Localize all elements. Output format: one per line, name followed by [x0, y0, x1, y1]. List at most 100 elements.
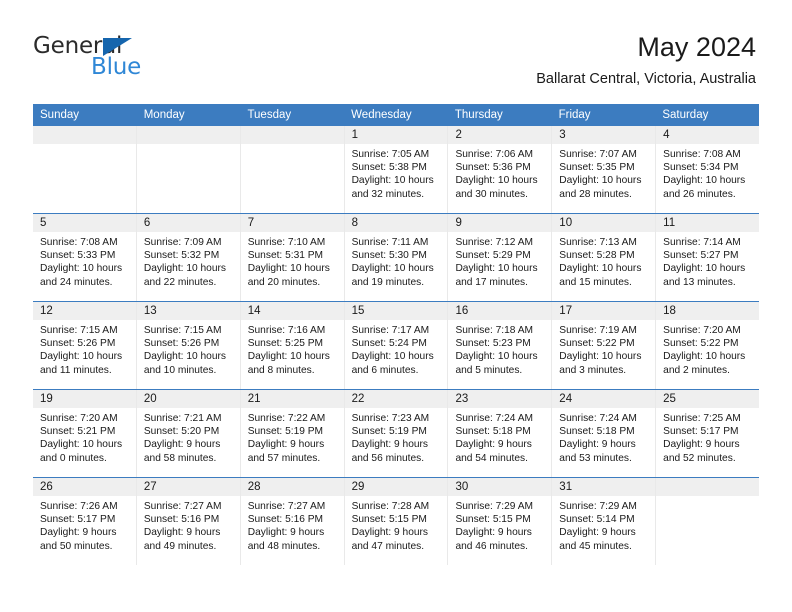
sunset-text: Sunset: 5:31 PM [247, 250, 324, 262]
daylight-text: Daylight: 10 hours and 10 minutes. [143, 351, 226, 376]
day-cell[interactable]: 13 Sunrise: 7:15 AM Sunset: 5:26 PM Dayligh… [136, 302, 241, 389]
sunset-text: Sunset: 5:36 PM [455, 162, 531, 174]
sunset-text: Sunset: 5:22 PM [559, 338, 635, 350]
sunset-text: Sunset: 5:20 PM [143, 426, 220, 438]
day-cell[interactable]: 31 Sunrise: 7:29 AM Sunset: 5:14 PM Dayligh… [552, 478, 657, 565]
day-cell[interactable]: 30 Sunrise: 7:29 AM Sunset: 5:15 PM Dayligh… [448, 478, 553, 565]
day-info: Sunrise: 7:27 AM Sunset: 5:16 PM Daylight:… [137, 496, 240, 553]
day-cell[interactable]: 29 Sunrise: 7:28 AM Sunset: 5:15 PM Dayligh… [344, 478, 449, 565]
sunset-text: Sunset: 5:24 PM [351, 338, 427, 350]
day-info: Sunrise: 7:28 AM Sunset: 5:15 PM Daylight:… [345, 496, 448, 553]
day-cell[interactable]: 10 Sunrise: 7:13 AM Sunset: 5:28 PM Dayligh… [552, 214, 657, 301]
day-number: 2 [448, 126, 552, 144]
sunset-text: Sunset: 5:25 PM [247, 338, 324, 350]
sunrise-text: Sunrise: 7:27 AM [247, 501, 326, 512]
day-cell[interactable]: 7 Sunrise: 7:10 AM Sunset: 5:31 PM Daylight… [240, 214, 345, 301]
day-cell[interactable]: 4 Sunrise: 7:08 AM Sunset: 5:34 PM Daylight… [656, 126, 760, 213]
sunrise-text: Sunrise: 7:26 AM [40, 501, 118, 512]
day-cell[interactable]: 24 Sunrise: 7:24 AM Sunset: 5:18 PM Dayligh… [552, 390, 657, 477]
day-cell[interactable]: 17 Sunrise: 7:19 AM Sunset: 5:22 PM Dayligh… [552, 302, 657, 389]
daylight-text: Daylight: 9 hours and 54 minutes. [455, 439, 532, 464]
daylight-text: Daylight: 9 hours and 57 minutes. [247, 439, 325, 464]
day-cell[interactable]: 2 Sunrise: 7:06 AM Sunset: 5:36 PM Daylight… [448, 126, 553, 213]
day-number: 12 [33, 302, 136, 320]
sunrise-text: Sunrise: 7:29 AM [455, 501, 534, 512]
sunset-text: Sunset: 5:35 PM [559, 162, 635, 174]
day-number: 30 [448, 478, 552, 496]
day-cell[interactable]: 20 Sunrise: 7:21 AM Sunset: 5:20 PM Dayligh… [136, 390, 241, 477]
sunset-text: Sunset: 5:18 PM [455, 426, 531, 438]
day-cell[interactable]: 23 Sunrise: 7:24 AM Sunset: 5:18 PM Dayligh… [448, 390, 553, 477]
day-cell[interactable]: 5 Sunrise: 7:08 AM Sunset: 5:33 PM Daylight… [33, 214, 137, 301]
daylight-text: Daylight: 10 hours and 20 minutes. [247, 263, 330, 288]
day-info: Sunrise: 7:23 AM Sunset: 5:19 PM Daylight:… [345, 408, 448, 465]
calendar-page: General Blue May 2024 Ballarat Central, … [0, 0, 792, 612]
daylight-text: Daylight: 10 hours and 32 minutes. [351, 175, 434, 200]
sunrise-text: Sunrise: 7:28 AM [351, 501, 430, 512]
day-cell[interactable]: 6 Sunrise: 7:09 AM Sunset: 5:32 PM Daylight… [136, 214, 241, 301]
daylight-text: Daylight: 10 hours and 26 minutes. [663, 175, 746, 200]
sunrise-text: Sunrise: 7:19 AM [559, 325, 637, 336]
day-number: 17 [552, 302, 656, 320]
day-cell-empty [136, 126, 241, 213]
day-cell[interactable]: 19 Sunrise: 7:20 AM Sunset: 5:21 PM Dayligh… [33, 390, 137, 477]
day-cell[interactable]: 28 Sunrise: 7:27 AM Sunset: 5:16 PM Dayligh… [240, 478, 345, 565]
day-cell[interactable]: 12 Sunrise: 7:15 AM Sunset: 5:26 PM Dayligh… [33, 302, 137, 389]
day-number: 27 [136, 478, 240, 496]
sunset-text: Sunset: 5:30 PM [351, 250, 427, 262]
day-info: Sunrise: 7:20 AM Sunset: 5:21 PM Daylight:… [33, 408, 136, 465]
daylight-text: Daylight: 10 hours and 15 minutes. [559, 263, 642, 288]
day-cell[interactable]: 18 Sunrise: 7:20 AM Sunset: 5:22 PM Dayligh… [656, 302, 760, 389]
sunrise-text: Sunrise: 7:05 AM [351, 149, 430, 160]
day-cell[interactable]: 25 Sunrise: 7:25 AM Sunset: 5:17 PM Dayligh… [656, 390, 760, 477]
day-info: Sunrise: 7:10 AM Sunset: 5:31 PM Daylight:… [241, 232, 344, 289]
day-info: Sunrise: 7:08 AM Sunset: 5:34 PM Daylight:… [656, 144, 759, 201]
day-number: 15 [344, 302, 448, 320]
sunrise-text: Sunrise: 7:20 AM [40, 413, 118, 424]
day-info: Sunrise: 7:13 AM Sunset: 5:28 PM Daylight:… [552, 232, 655, 289]
day-info: Sunrise: 7:05 AM Sunset: 5:38 PM Daylight:… [345, 144, 448, 201]
day-cell[interactable]: 21 Sunrise: 7:22 AM Sunset: 5:19 PM Dayligh… [240, 390, 345, 477]
sunrise-text: Sunrise: 7:20 AM [663, 325, 741, 336]
sunrise-text: Sunrise: 7:09 AM [143, 237, 222, 248]
general-blue-logo[interactable]: General Blue [33, 33, 253, 83]
calendar-week-row: 1 Sunrise: 7:05 AM Sunset: 5:38 PM Daylight… [33, 126, 760, 213]
calendar-weeks: 1 Sunrise: 7:05 AM Sunset: 5:38 PM Daylight… [33, 126, 760, 565]
day-cell[interactable]: 14 Sunrise: 7:16 AM Sunset: 5:25 PM Dayligh… [240, 302, 345, 389]
day-info: Sunrise: 7:24 AM Sunset: 5:18 PM Daylight:… [552, 408, 655, 465]
day-cell[interactable]: 26 Sunrise: 7:26 AM Sunset: 5:17 PM Dayligh… [33, 478, 137, 565]
day-cell[interactable]: 16 Sunrise: 7:18 AM Sunset: 5:23 PM Dayligh… [448, 302, 553, 389]
day-number: 24 [552, 390, 656, 408]
day-cell[interactable]: 8 Sunrise: 7:11 AM Sunset: 5:30 PM Daylight… [344, 214, 449, 301]
day-cell[interactable]: 9 Sunrise: 7:12 AM Sunset: 5:29 PM Daylight… [448, 214, 553, 301]
day-cell[interactable]: 15 Sunrise: 7:17 AM Sunset: 5:24 PM Dayligh… [344, 302, 449, 389]
day-cell[interactable]: 1 Sunrise: 7:05 AM Sunset: 5:38 PM Daylight… [344, 126, 449, 213]
day-number: 8 [344, 214, 448, 232]
sunrise-text: Sunrise: 7:15 AM [143, 325, 222, 336]
day-cell[interactable]: 11 Sunrise: 7:14 AM Sunset: 5:27 PM Dayligh… [656, 214, 760, 301]
day-info: Sunrise: 7:06 AM Sunset: 5:36 PM Daylight:… [448, 144, 551, 201]
day-number: 4 [656, 126, 760, 144]
day-cell[interactable]: 27 Sunrise: 7:27 AM Sunset: 5:16 PM Dayligh… [136, 478, 241, 565]
day-number: 23 [448, 390, 552, 408]
day-number: 19 [33, 390, 136, 408]
day-info: Sunrise: 7:16 AM Sunset: 5:25 PM Daylight:… [241, 320, 344, 377]
sunset-text: Sunset: 5:33 PM [40, 250, 116, 262]
day-number: 18 [656, 302, 760, 320]
day-number [136, 126, 240, 144]
sunset-text: Sunset: 5:17 PM [40, 514, 116, 526]
sunrise-text: Sunrise: 7:24 AM [455, 413, 534, 424]
sunrise-text: Sunrise: 7:29 AM [559, 501, 637, 512]
sunrise-text: Sunrise: 7:08 AM [663, 149, 741, 160]
sunrise-text: Sunrise: 7:17 AM [351, 325, 430, 336]
day-info: Sunrise: 7:18 AM Sunset: 5:23 PM Daylight:… [448, 320, 551, 377]
day-info: Sunrise: 7:29 AM Sunset: 5:15 PM Daylight:… [448, 496, 551, 553]
sunset-text: Sunset: 5:16 PM [143, 514, 220, 526]
day-info: Sunrise: 7:08 AM Sunset: 5:33 PM Daylight:… [33, 232, 136, 289]
day-cell[interactable]: 3 Sunrise: 7:07 AM Sunset: 5:35 PM Daylight… [552, 126, 657, 213]
day-info: Sunrise: 7:15 AM Sunset: 5:26 PM Daylight:… [33, 320, 136, 377]
day-info: Sunrise: 7:17 AM Sunset: 5:24 PM Daylight:… [345, 320, 448, 377]
sunset-text: Sunset: 5:15 PM [455, 514, 531, 526]
day-cell-empty [33, 126, 137, 213]
day-cell[interactable]: 22 Sunrise: 7:23 AM Sunset: 5:19 PM Dayligh… [344, 390, 449, 477]
